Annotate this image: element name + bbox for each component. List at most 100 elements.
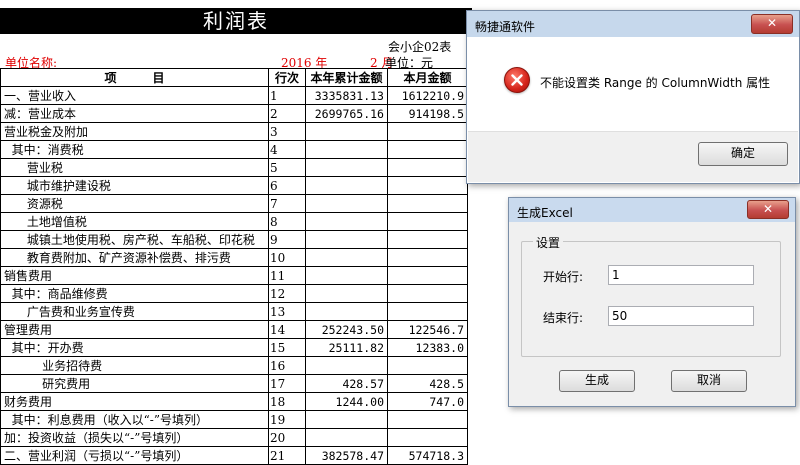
row-line-cell[interactable]: 19	[268, 410, 306, 429]
col-header-item[interactable]: 项 目	[0, 68, 269, 87]
row-ytd-cell[interactable]: 3335831.13	[305, 86, 388, 105]
row-item-cell[interactable]: 销售费用	[0, 266, 269, 285]
row-item-cell[interactable]: 营业税金及附加	[0, 122, 269, 141]
row-line-cell[interactable]: 9	[268, 230, 306, 249]
row-line-cell[interactable]: 14	[268, 320, 306, 339]
row-item-cell[interactable]: 资源税	[0, 194, 269, 213]
row-ytd-cell[interactable]	[305, 212, 388, 231]
row-line-cell[interactable]: 10	[268, 248, 306, 267]
row-ytd-cell[interactable]	[305, 428, 388, 447]
row-line-cell[interactable]: 1	[268, 86, 306, 105]
cancel-button[interactable]: 取消	[671, 370, 747, 392]
row-ytd-cell[interactable]	[305, 158, 388, 177]
row-item-cell[interactable]: 加：投资收益（损失以“-”号填列）	[0, 428, 269, 447]
table-row: 其中：利息费用（收入以“-”号填列） 19	[0, 410, 468, 429]
row-month-cell[interactable]	[387, 428, 468, 447]
row-month-cell[interactable]	[387, 248, 468, 267]
row-ytd-cell[interactable]: 25111.82	[305, 338, 388, 357]
row-ytd-cell[interactable]: 1244.00	[305, 392, 388, 411]
row-month-cell[interactable]	[387, 176, 468, 195]
generate-excel-close-button[interactable]: ✕	[747, 200, 789, 219]
row-item-cell[interactable]: 一、营业收入	[0, 86, 269, 105]
row-ytd-cell[interactable]: 2699765.16	[305, 104, 388, 123]
row-month-cell[interactable]	[387, 266, 468, 285]
row-line-cell[interactable]: 4	[268, 140, 306, 159]
row-month-cell[interactable]	[387, 356, 468, 375]
row-line-cell[interactable]: 11	[268, 266, 306, 285]
row-item-cell[interactable]: 研究费用	[0, 374, 269, 393]
row-line-cell[interactable]: 12	[268, 284, 306, 303]
row-line-cell[interactable]: 3	[268, 122, 306, 141]
row-ytd-cell[interactable]: 428.57	[305, 374, 388, 393]
row-month-cell[interactable]: 1612210.9	[387, 86, 468, 105]
row-line-cell[interactable]: 5	[268, 158, 306, 177]
row-item-cell[interactable]: 广告费和业务宣传费	[0, 302, 269, 321]
end-row-input[interactable]	[608, 306, 754, 326]
row-month-cell[interactable]: 914198.5	[387, 104, 468, 123]
error-dialog-close-button[interactable]: ✕	[751, 14, 793, 34]
row-ytd-cell[interactable]	[305, 356, 388, 375]
row-month-cell[interactable]: 122546.7	[387, 320, 468, 339]
generate-button[interactable]: 生成	[559, 370, 635, 392]
row-month-cell[interactable]	[387, 284, 468, 303]
col-header-ytd[interactable]: 本年累计金额	[305, 68, 388, 87]
row-month-cell[interactable]	[387, 194, 468, 213]
row-ytd-cell[interactable]	[305, 194, 388, 213]
row-ytd-cell[interactable]	[305, 410, 388, 429]
table-row: 其中：商品维修费 12	[0, 284, 468, 303]
row-ytd-cell[interactable]: 252243.50	[305, 320, 388, 339]
row-item-cell[interactable]: 财务费用	[0, 392, 269, 411]
col-header-month[interactable]: 本月金额	[387, 68, 468, 87]
row-ytd-cell[interactable]	[305, 302, 388, 321]
row-month-cell[interactable]: 428.5	[387, 374, 468, 393]
row-month-cell[interactable]	[387, 410, 468, 429]
row-item-cell[interactable]: 城市维护建设税	[0, 176, 269, 195]
row-month-cell[interactable]: 12383.0	[387, 338, 468, 357]
row-line-cell[interactable]: 20	[268, 428, 306, 447]
generate-excel-titlebar[interactable]: 生成Excel ✕	[509, 198, 795, 222]
row-item-cell[interactable]: 土地增值税	[0, 212, 269, 231]
row-item-cell[interactable]: 减：营业成本	[0, 104, 269, 123]
row-ytd-cell[interactable]	[305, 122, 388, 141]
row-line-cell[interactable]: 15	[268, 338, 306, 357]
row-month-cell[interactable]	[387, 122, 468, 141]
row-item-cell[interactable]: 营业税	[0, 158, 269, 177]
row-ytd-cell[interactable]	[305, 248, 388, 267]
row-item-cell[interactable]: 其中：消费税	[0, 140, 269, 159]
ok-button[interactable]: 确定	[698, 142, 788, 166]
row-ytd-cell[interactable]: 382578.47	[305, 446, 388, 465]
row-ytd-cell[interactable]	[305, 266, 388, 285]
row-line-cell[interactable]: 18	[268, 392, 306, 411]
row-item-cell[interactable]: 管理费用	[0, 320, 269, 339]
row-month-cell[interactable]: 574718.3	[387, 446, 468, 465]
error-dialog-titlebar[interactable]: 畅捷通软件 ✕	[467, 11, 799, 37]
row-ytd-cell[interactable]	[305, 176, 388, 195]
row-item-cell[interactable]: 其中：商品维修费	[0, 284, 269, 303]
row-ytd-cell[interactable]	[305, 284, 388, 303]
row-ytd-cell[interactable]	[305, 140, 388, 159]
row-item-cell[interactable]: 其中：利息费用（收入以“-”号填列）	[0, 410, 269, 429]
row-item-cell[interactable]: 业务招待费	[0, 356, 269, 375]
row-line-cell[interactable]: 2	[268, 104, 306, 123]
row-line-cell[interactable]: 7	[268, 194, 306, 213]
row-item-cell[interactable]: 城镇土地使用税、房产税、车船税、印花税	[0, 230, 269, 249]
row-line-cell[interactable]: 17	[268, 374, 306, 393]
row-month-cell[interactable]	[387, 140, 468, 159]
table-row: 减：营业成本 2 2699765.16 914198.5	[0, 104, 468, 123]
row-line-cell[interactable]: 21	[268, 446, 306, 465]
row-ytd-cell[interactable]	[305, 230, 388, 249]
row-item-cell[interactable]: 教育费附加、矿产资源补偿费、排污费	[0, 248, 269, 267]
row-item-cell[interactable]: 其中：开办费	[0, 338, 269, 357]
row-month-cell[interactable]	[387, 158, 468, 177]
row-month-cell[interactable]: 747.0	[387, 392, 468, 411]
row-month-cell[interactable]	[387, 212, 468, 231]
row-line-cell[interactable]: 6	[268, 176, 306, 195]
row-item-cell[interactable]: 二、营业利润（亏损以“-”号填列）	[0, 446, 269, 465]
col-header-line[interactable]: 行次	[268, 68, 306, 87]
row-line-cell[interactable]: 13	[268, 302, 306, 321]
row-line-cell[interactable]: 16	[268, 356, 306, 375]
row-month-cell[interactable]	[387, 230, 468, 249]
row-month-cell[interactable]	[387, 302, 468, 321]
start-row-input[interactable]	[608, 265, 754, 285]
row-line-cell[interactable]: 8	[268, 212, 306, 231]
